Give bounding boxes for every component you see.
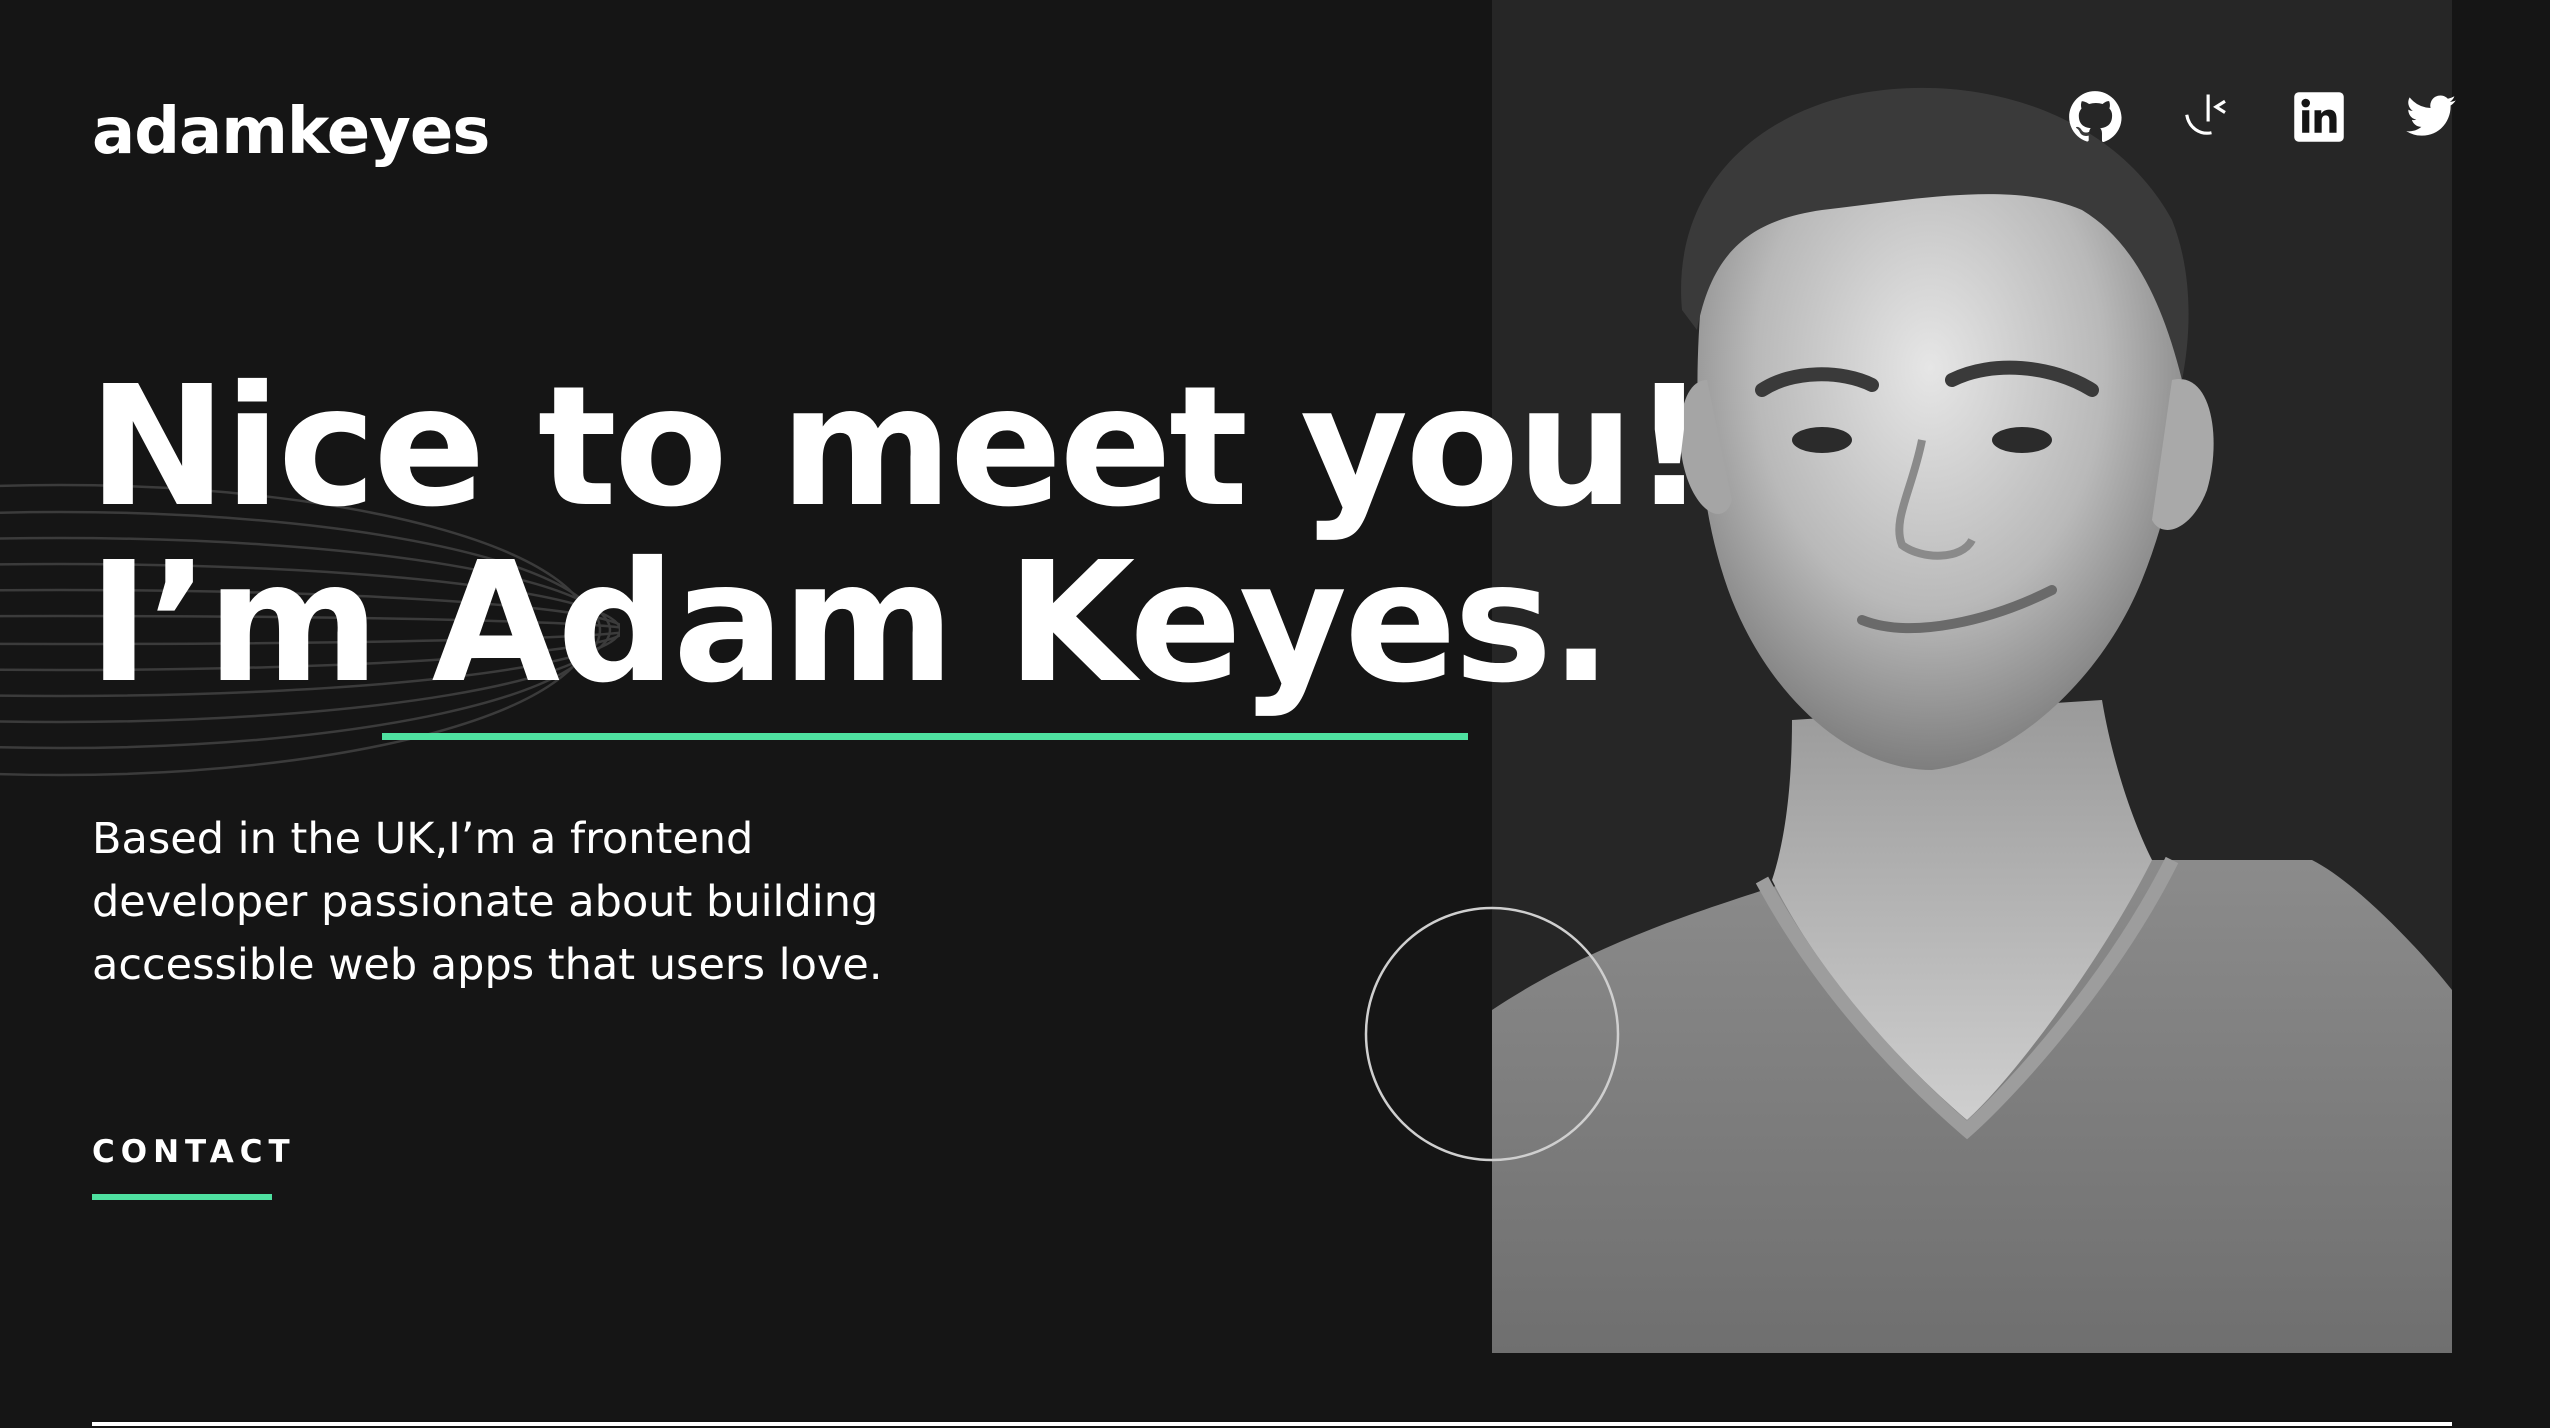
social-links: [2068, 90, 2458, 144]
twitter-icon[interactable]: [2404, 90, 2458, 144]
intro-text: Based in the UK,I’m a frontend developer…: [92, 814, 883, 990]
site-logo[interactable]: adamkeyes: [92, 100, 490, 164]
contact-underline: [92, 1194, 272, 1200]
page: adamkeyes Nice to meet you! I’m Adam Key…: [0, 0, 2550, 1428]
section-divider: [92, 1422, 2452, 1426]
github-icon[interactable]: [2068, 90, 2122, 144]
headline-line-2: I’m Adam Keyes.: [88, 527, 1613, 720]
frontend-mentor-icon[interactable]: [2180, 90, 2234, 144]
linkedin-icon[interactable]: [2292, 90, 2346, 144]
headline-line-1: Nice to meet you!: [88, 351, 1707, 544]
hero-headline: Nice to meet you! I’m Adam Keyes.: [88, 360, 1707, 712]
name-underline: [382, 733, 1468, 740]
contact-link[interactable]: CONTACT: [92, 1134, 296, 1170]
decorative-circle: [1364, 906, 1620, 1162]
